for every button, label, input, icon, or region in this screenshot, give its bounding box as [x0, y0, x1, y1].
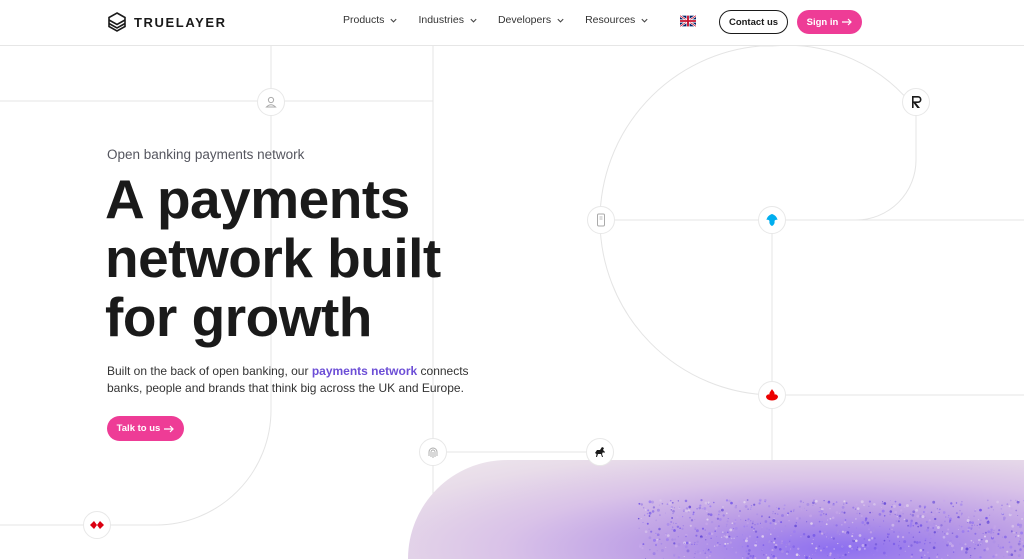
network-node-lloyds	[586, 438, 614, 466]
lloyds-horse-icon	[595, 447, 605, 457]
chevron-down-icon	[390, 18, 398, 23]
talk-to-us-button[interactable]: Talk to us	[107, 416, 184, 441]
arrow-right-icon	[842, 18, 853, 26]
arrow-right-icon	[164, 425, 175, 432]
payments-network-link[interactable]: payments network	[312, 364, 417, 378]
network-node-phone	[587, 206, 615, 234]
network-node-revolut	[902, 88, 930, 116]
hsbc-hexagon-icon	[90, 521, 104, 529]
headline-line-2: network built	[105, 227, 441, 289]
revolut-logo-icon	[912, 96, 922, 108]
description-text: Built on the back of open banking, our	[107, 364, 312, 378]
network-node-user	[257, 88, 285, 116]
sign-in-label: Sign in	[806, 16, 839, 28]
nav-item-label: Resources	[585, 14, 636, 26]
network-node-santander	[758, 381, 786, 409]
chevron-down-icon	[470, 18, 477, 23]
phone-icon	[597, 213, 605, 227]
network-node-hsbc	[83, 511, 111, 539]
hero-eyebrow: Open banking payments network	[107, 147, 305, 162]
logo-wordmark: TRUELAYER	[134, 14, 227, 30]
hero-image	[408, 460, 1024, 559]
nav-item-label: Developers	[497, 14, 552, 26]
headline-line-3: for growth	[105, 286, 372, 348]
network-node-barclays	[758, 206, 786, 234]
main-nav: Products Industries Developers Resources	[343, 14, 669, 26]
top-navigation-bar: TRUELAYER Products Industries Developers…	[0, 0, 1024, 46]
chevron-down-icon	[557, 18, 564, 23]
nav-item-label: Industries	[418, 14, 464, 26]
talk-to-us-label: Talk to us	[116, 423, 161, 434]
network-node-fingerprint	[419, 438, 447, 466]
uk-flag-icon[interactable]	[680, 15, 696, 27]
nav-item-label: Products	[343, 14, 385, 26]
hero-headline: A payments network built for growth	[105, 170, 525, 347]
headline-line-1: A payments	[105, 168, 410, 230]
contact-us-button[interactable]: Contact us	[719, 10, 788, 34]
nav-item-resources[interactable]: Resources	[585, 14, 649, 26]
fingerprint-icon	[428, 447, 438, 458]
nav-item-products[interactable]: Products	[343, 14, 398, 26]
nav-item-developers[interactable]: Developers	[498, 14, 565, 26]
hero-description: Built on the back of open banking, our p…	[107, 363, 477, 396]
santander-flame-icon	[766, 389, 778, 401]
nav-item-industries[interactable]: Industries	[418, 14, 478, 26]
barclays-eagle-icon	[766, 214, 778, 226]
user-icon	[265, 96, 277, 108]
chevron-down-icon	[641, 18, 648, 23]
sign-in-button[interactable]: Sign in	[797, 10, 862, 34]
particle-texture	[637, 498, 1024, 559]
truelayer-logo-icon	[108, 12, 126, 32]
truelayer-logo[interactable]: TRUELAYER	[107, 11, 227, 33]
